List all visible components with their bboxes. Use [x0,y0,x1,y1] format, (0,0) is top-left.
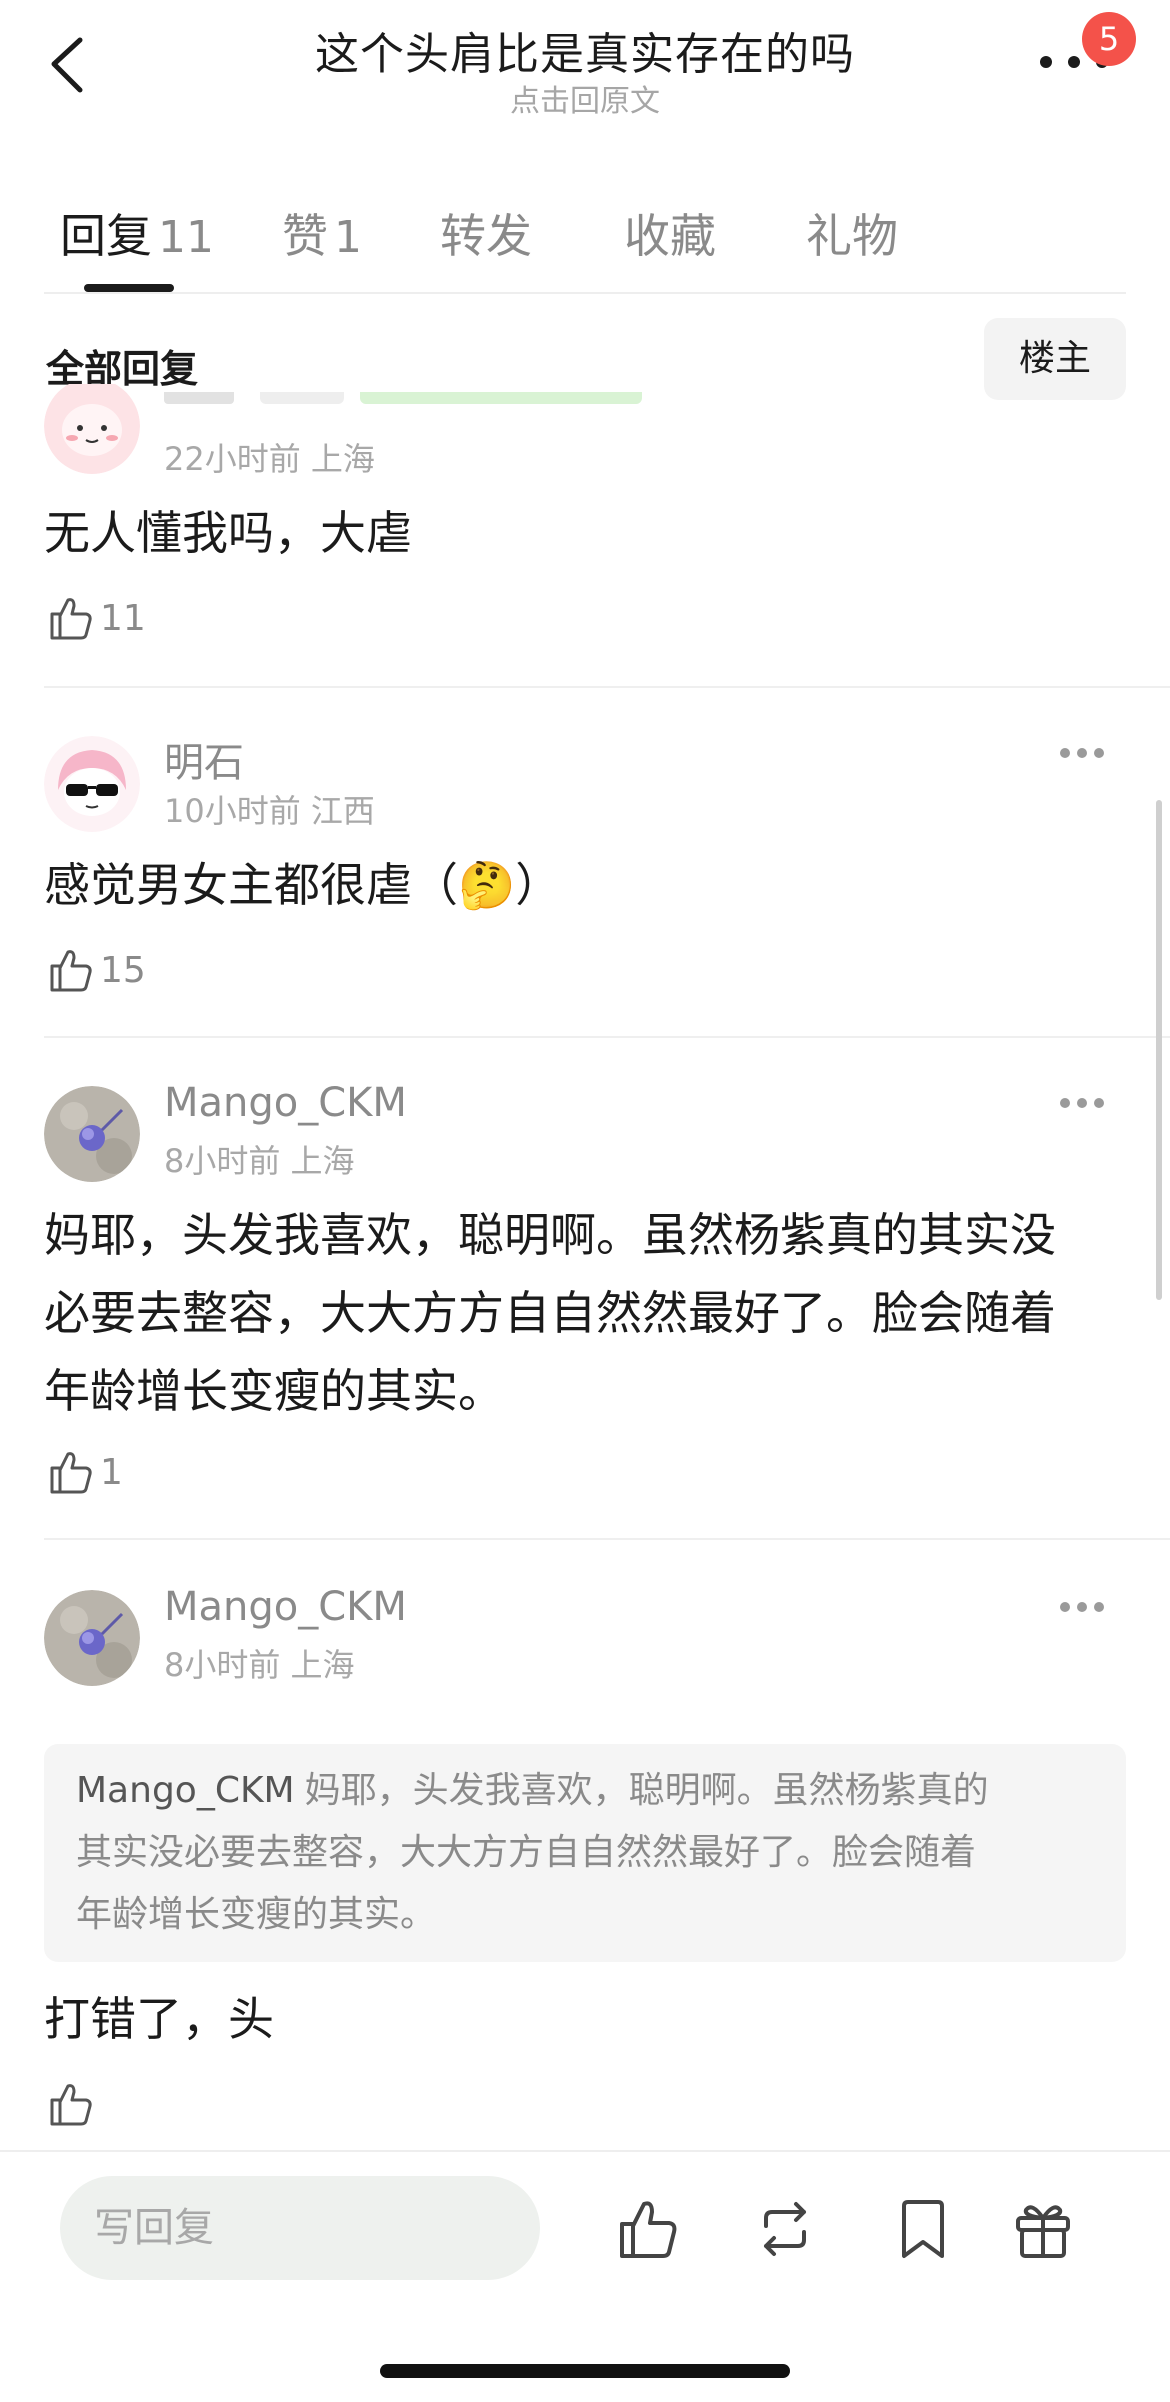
like-icon[interactable] [614,2196,680,2262]
like-icon[interactable] [46,2080,94,2128]
like-icon[interactable] [46,594,94,642]
comment-more-icon[interactable] [1060,1098,1104,1110]
avatar[interactable] [44,1590,140,1686]
tab-label: 礼物 [806,209,898,263]
comment-text: 无人懂我吗，大虐 [44,506,412,560]
reply-input[interactable]: 写回复 [60,2176,540,2280]
username[interactable]: Mango_CKM [164,1080,407,1126]
comment-more-icon[interactable] [1060,748,1104,760]
like-count: 1 [100,1452,123,1493]
avatar[interactable] [44,736,140,832]
tab-likes[interactable]: 赞1 [282,200,362,266]
comment-1 [44,384,140,474]
comment-text: 妈耶，头发我喜欢，聪明啊。虽然杨紫真的其实没 必要去整容，大大方方自自然然最好了… [44,1208,1056,1418]
tab-label: 回复 [60,209,152,263]
avatar[interactable] [44,384,140,474]
cut-off-user-row [164,392,644,420]
tab-label: 转发 [440,209,532,263]
tab-reposts[interactable]: 转发 [440,200,532,266]
divider [44,1036,1170,1038]
comment-meta: 10小时前 江西 [164,792,375,830]
tab-replies[interactable]: 回复 11 [60,200,214,266]
comment-meta: 8小时前 上海 [164,1142,355,1180]
tab-label: 收藏 [624,209,716,263]
comment-text: 打错了，头 [44,1992,274,2046]
quoted-text: Mango_CKM 妈耶，头发我喜欢，聪明啊。虽然杨紫真的 其实没必要去整容，大大… [76,1770,989,1935]
quoted-author: Mango_CKM [76,1770,295,1811]
comment-meta: 8小时前 上海 [164,1646,355,1684]
tab-favorites[interactable]: 收藏 [624,200,716,266]
scrollbar[interactable] [1156,800,1162,1300]
home-indicator[interactable] [380,2364,790,2378]
tab-label: 赞 [282,209,328,263]
quoted-reply[interactable]: Mango_CKM 妈耶，头发我喜欢，聪明啊。虽然杨紫真的 其实没必要去整容，大大… [44,1744,1126,1962]
divider [44,686,1170,688]
back-to-original-link[interactable]: 点击回原文 [0,76,1170,120]
bookmark-icon[interactable] [890,2196,956,2262]
like-count: 15 [100,950,146,991]
tab-count: 1 [334,212,362,263]
tab-count: 11 [158,212,214,263]
like-icon[interactable] [46,1448,94,1496]
gift-icon[interactable] [1010,2196,1076,2262]
comment-more-icon[interactable] [1060,1602,1104,1614]
divider [44,1538,1170,1540]
active-tab-indicator [84,284,174,292]
username[interactable]: 明石 [164,730,244,788]
like-icon[interactable] [46,946,94,994]
tab-gifts[interactable]: 礼物 [806,200,898,266]
op-only-button[interactable]: 楼主 [984,318,1126,400]
username[interactable]: Mango_CKM [164,1584,407,1630]
like-count: 11 [100,598,146,639]
avatar[interactable] [44,1086,140,1182]
post-title[interactable]: 这个头肩比是真实存在的吗 [0,18,1170,82]
comment-text: 感觉男女主都很虐（🤔） [44,858,562,912]
comment-meta: 22小时前 上海 [164,440,375,478]
notification-badge: 5 [1082,12,1136,66]
divider [44,292,1126,294]
repost-icon[interactable] [752,2196,818,2262]
